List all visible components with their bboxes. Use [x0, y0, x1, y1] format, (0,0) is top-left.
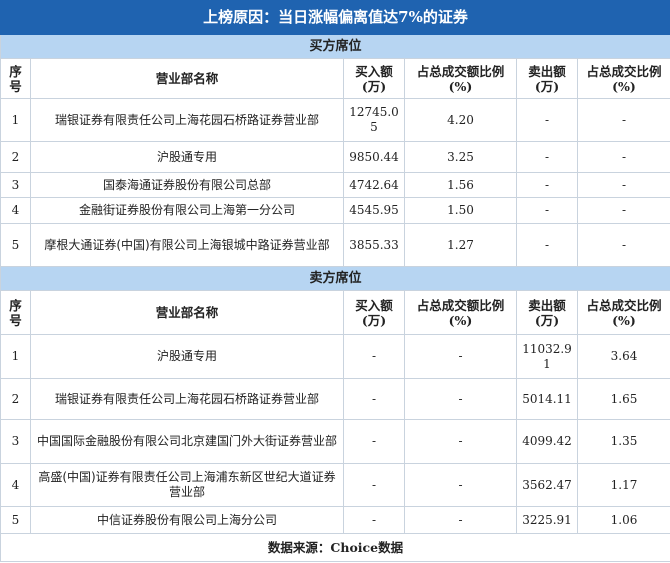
col-index: 3	[0, 419, 31, 464]
col-branch-name: 瑞银证券有限责任公司上海花园石桥路证券营业部	[30, 98, 344, 142]
col-sell-ratio-header: 占总成交比例(%)	[576, 290, 670, 335]
col-index: 3	[0, 172, 31, 198]
table-row: 3 国泰海通证券股份有限公司总部 4742.64 1.56- -	[0, 172, 670, 198]
col-sell-ratio: -	[576, 197, 670, 224]
col-branch-name: 国泰海通证券股份有限公司总部	[30, 172, 344, 198]
col-buy-amount: 12745.05	[343, 98, 405, 142]
col-branch-name: 金融街证券股份有限公司上海第一分公司	[30, 197, 344, 224]
col-sell-amount: -	[516, 172, 578, 198]
section-header-buy: 买方席位	[0, 34, 670, 59]
col-branch-name: 沪股通专用	[30, 141, 344, 173]
col-index: 2	[0, 378, 31, 420]
col-sell-amount-header: 卖出额(万)	[516, 58, 578, 99]
col-buy-amount: -	[343, 506, 405, 534]
col-sell-amount: 3562.47	[516, 463, 578, 507]
col-buy-ratio-header: 占总成交额比例(%)	[404, 58, 517, 99]
col-branch-name: 中信证券股份有限公司上海分公司	[30, 506, 344, 534]
col-sell-ratio: -	[576, 223, 670, 267]
col-sell-amount: 4099.42	[516, 419, 578, 464]
section-header-sell: 卖方席位	[0, 266, 670, 291]
col-sell-ratio: -	[576, 172, 670, 198]
col-branch-name: 摩根大通证券(中国)有限公司上海银城中路证券营业部	[30, 223, 344, 267]
col-sell-amount: -	[516, 98, 578, 142]
dragon-tiger-table: 上榜原因：当日涨幅偏离值达7%的证券 买方席位 序号 营业部名称 买入额(万) 占总成交…	[0, 0, 670, 562]
col-sell-ratio: 1.06	[576, 506, 670, 534]
col-branch-name-header: 营业部名称	[30, 58, 344, 99]
col-index: 4	[0, 463, 31, 507]
col-sell-ratio: 1.35	[576, 419, 670, 464]
col-buy-ratio: 1.27	[404, 223, 517, 267]
table-title: 上榜原因：当日涨幅偏离值达7%的证券	[0, 0, 670, 35]
table-row: 2 沪股通专用 9850.44 3.25- -	[0, 141, 670, 173]
col-index-header: 序号	[0, 290, 31, 335]
col-buy-amount: -	[343, 334, 405, 379]
col-buy-ratio: -	[404, 334, 517, 379]
header-row: 序号 营业部名称 买入额(万) 占总成交额比例(%) 卖出额(万) 占总成交比例(%)	[0, 290, 670, 335]
col-branch-name: 沪股通专用	[30, 334, 344, 379]
col-sell-ratio-header: 占总成交比例(%)	[576, 58, 670, 99]
col-branch-name: 中国国际金融股份有限公司北京建国门外大街证券营业部	[30, 419, 344, 464]
col-buy-ratio: 4.20	[404, 98, 517, 142]
col-buy-amount: -	[343, 463, 405, 507]
col-sell-ratio: 1.17	[576, 463, 670, 507]
col-index: 4	[0, 197, 31, 224]
col-buy-amount: 4545.95	[343, 197, 405, 224]
col-branch-name-header: 营业部名称	[30, 290, 344, 335]
col-buy-amount: -	[343, 378, 405, 420]
col-branch-name: 瑞银证券有限责任公司上海花园石桥路证券营业部	[30, 378, 344, 420]
col-sell-ratio: -	[576, 98, 670, 142]
col-buy-ratio-header: 占总成交额比例(%)	[404, 290, 517, 335]
col-index-header: 序号	[0, 58, 31, 99]
table-row: 5 摩根大通证券(中国)有限公司上海银城中路证券营业部 3855.33 1.27- -	[0, 223, 670, 267]
table-row: 5 中信证券股份有限公司上海分公司 - -3225.91 1.06	[0, 506, 670, 534]
col-buy-amount-header: 买入额(万)	[343, 290, 405, 335]
table-row: 3 中国国际金融股份有限公司北京建国门外大街证券营业部 - -4099.42 1.35	[0, 419, 670, 464]
col-buy-ratio: 1.56	[404, 172, 517, 198]
col-sell-amount: -	[516, 223, 578, 267]
table-row: 4 金融街证券股份有限公司上海第一分公司 4545.95 1.50- -	[0, 197, 670, 224]
col-sell-ratio: 3.64	[576, 334, 670, 379]
col-sell-ratio: -	[576, 141, 670, 173]
table-row: 4 高盛(中国)证券有限责任公司上海浦东新区世纪大道证券营业部 - -3562.47 1…	[0, 463, 670, 507]
col-buy-ratio: -	[404, 419, 517, 464]
col-sell-amount-header: 卖出额(万)	[516, 290, 578, 335]
col-sell-amount: -	[516, 141, 578, 173]
col-buy-ratio: -	[404, 378, 517, 420]
col-index: 5	[0, 506, 31, 534]
col-sell-ratio: 1.65	[576, 378, 670, 420]
table-row: 1 瑞银证券有限责任公司上海花园石桥路证券营业部 12745.05 4.20- -	[0, 98, 670, 142]
data-source-footer: 数据来源：Choice数据	[0, 533, 670, 562]
col-index: 1	[0, 98, 31, 142]
col-buy-amount: 3855.33	[343, 223, 405, 267]
header-row: 序号 营业部名称 买入额(万) 占总成交额比例(%) 卖出额(万) 占总成交比例(%)	[0, 58, 670, 99]
col-branch-name: 高盛(中国)证券有限责任公司上海浦东新区世纪大道证券营业部	[30, 463, 344, 507]
table-row: 1 沪股通专用 - -11032.91 3.64	[0, 334, 670, 379]
table-row: 2 瑞银证券有限责任公司上海花园石桥路证券营业部 - -5014.11 1.65	[0, 378, 670, 420]
col-buy-amount: -	[343, 419, 405, 464]
col-sell-amount: 3225.91	[516, 506, 578, 534]
col-buy-ratio: 3.25	[404, 141, 517, 173]
col-buy-amount-header: 买入额(万)	[343, 58, 405, 99]
col-index: 5	[0, 223, 31, 267]
col-buy-amount: 9850.44	[343, 141, 405, 173]
col-sell-amount: 11032.91	[516, 334, 578, 379]
col-buy-ratio: -	[404, 463, 517, 507]
col-index: 1	[0, 334, 31, 379]
col-index: 2	[0, 141, 31, 173]
col-sell-amount: 5014.11	[516, 378, 578, 420]
col-buy-ratio: -	[404, 506, 517, 534]
col-buy-ratio: 1.50	[404, 197, 517, 224]
col-buy-amount: 4742.64	[343, 172, 405, 198]
col-sell-amount: -	[516, 197, 578, 224]
